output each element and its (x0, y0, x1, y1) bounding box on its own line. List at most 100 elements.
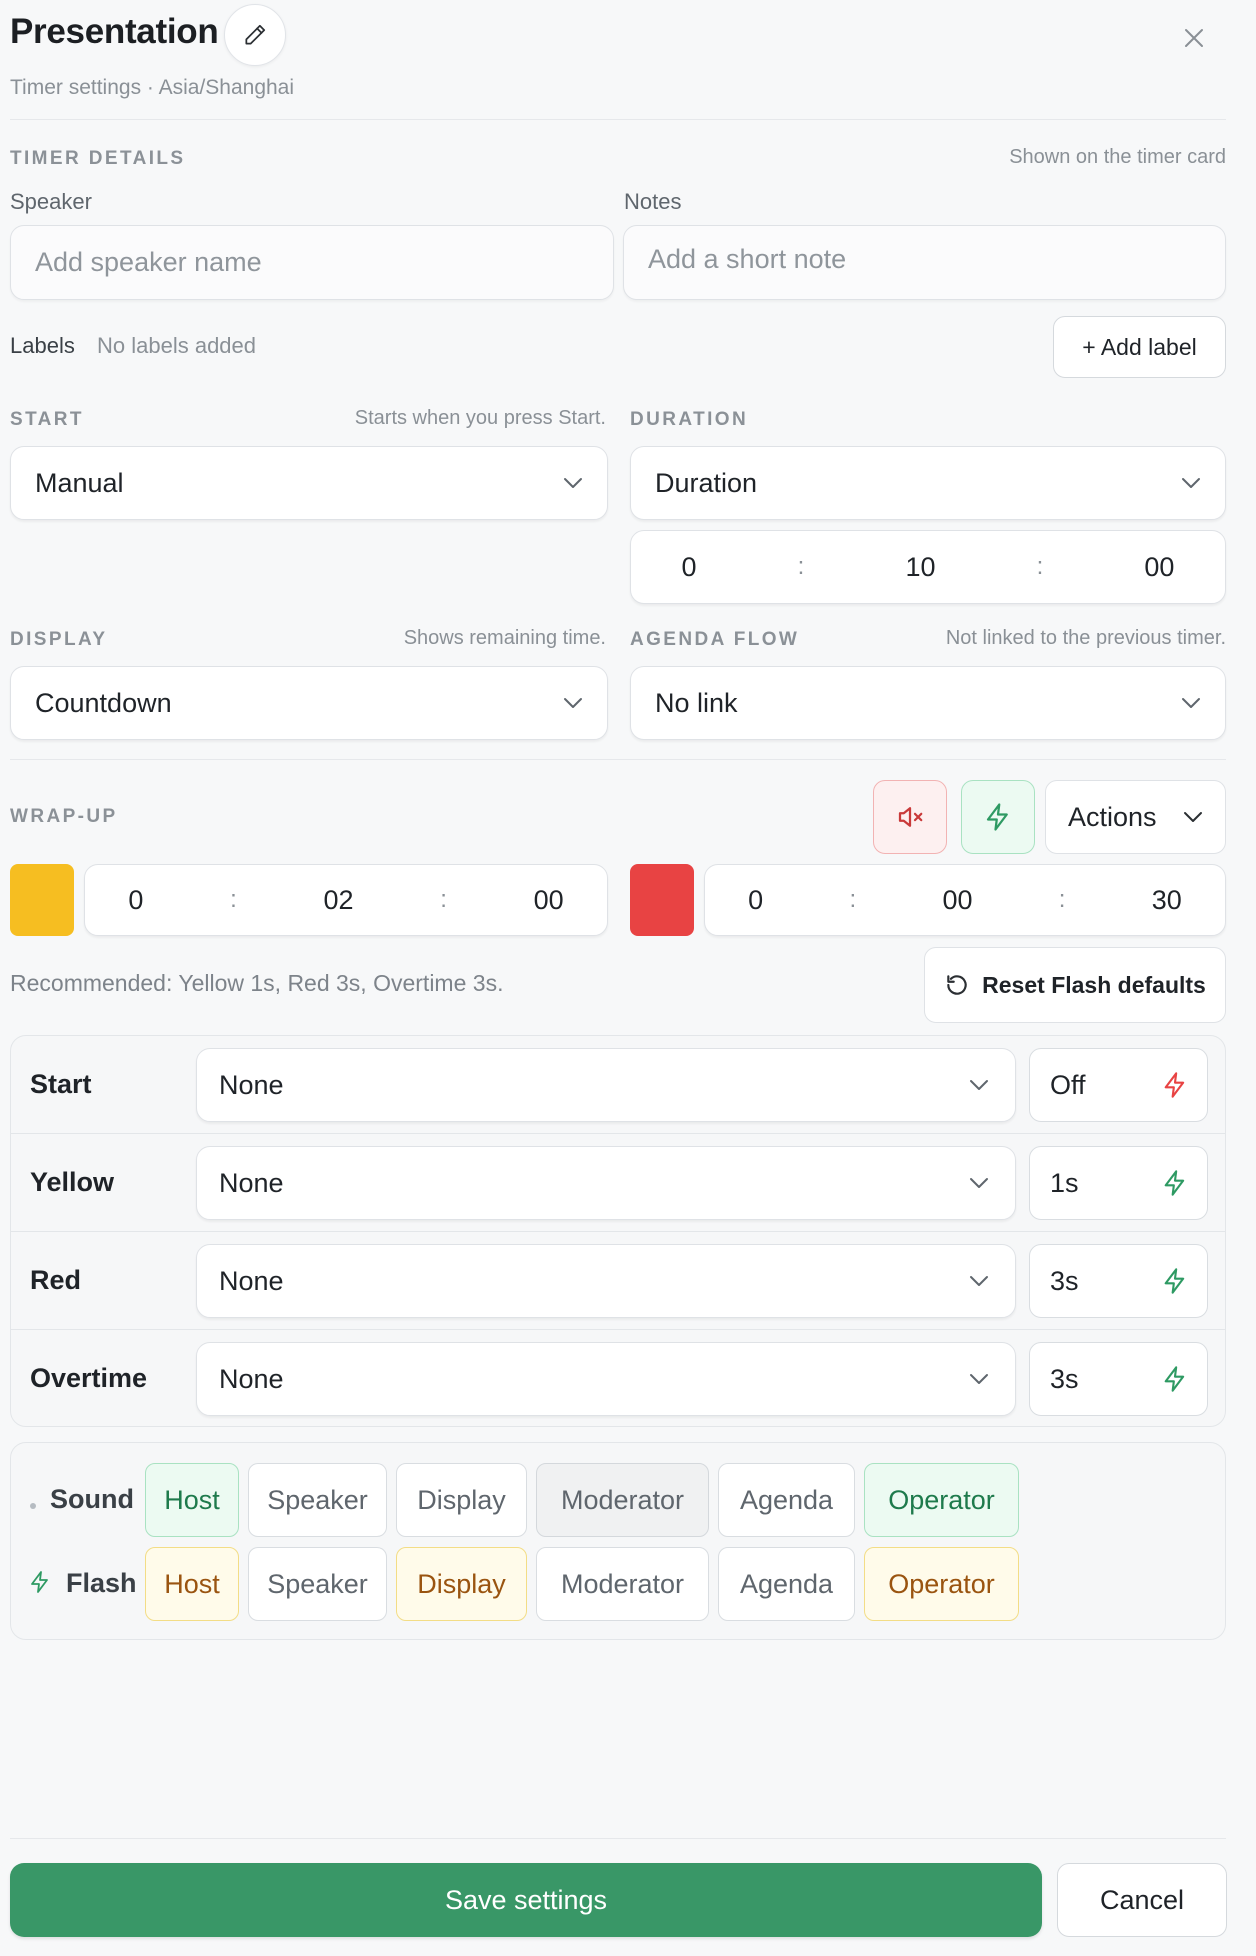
sound-target-moderator[interactable]: Moderator (536, 1463, 709, 1537)
trigger-sound-select[interactable]: None (196, 1146, 1016, 1220)
speaker-muted-icon (898, 807, 923, 827)
notes-label: Notes (624, 189, 682, 214)
flash-toggle-button[interactable] (961, 780, 1035, 854)
speaker-input[interactable]: Add speaker name (10, 225, 614, 300)
footer-divider (10, 1838, 1226, 1839)
chevron-down-icon (564, 478, 582, 488)
lightning-icon (1164, 1366, 1185, 1392)
trigger-flash-value: 3s (1050, 1363, 1079, 1394)
trigger-flash-button[interactable]: 3s (1029, 1342, 1208, 1416)
red-hours[interactable]: 0 (748, 885, 763, 916)
trigger-sound-value: None (219, 1167, 284, 1198)
chevron-down-icon (564, 698, 582, 708)
lightning-icon (1164, 1268, 1185, 1294)
trigger-row-label: Start (30, 1069, 92, 1099)
flash-target-moderator[interactable]: Moderator (536, 1547, 709, 1621)
chevron-down-icon (970, 1080, 988, 1090)
lightning-icon (1164, 1170, 1185, 1196)
chevron-down-icon (1182, 698, 1200, 708)
trigger-sound-value: None (219, 1265, 284, 1296)
reset-icon (947, 975, 967, 995)
display-select-value: Countdown (35, 687, 172, 718)
timer-details-label: TIMER DETAILS (10, 148, 186, 169)
start-select[interactable]: Manual (10, 446, 608, 520)
timer-details-hint: Shown on the timer card (1009, 146, 1226, 168)
flash-target-display[interactable]: Display (396, 1547, 527, 1621)
sound-target-operator[interactable]: Operator (864, 1463, 1019, 1537)
trigger-flash-value: Off (1050, 1069, 1086, 1100)
flash-target-agenda[interactable]: Agenda (718, 1547, 855, 1621)
yellow-minutes[interactable]: 02 (323, 885, 353, 916)
display-hint: Shows remaining time. (403, 627, 606, 649)
red-minutes[interactable]: 00 (942, 885, 972, 916)
flash-lightning-icon (28, 1569, 52, 1595)
yellow-time-input[interactable]: 0 : 02 : 00 (84, 864, 608, 936)
trigger-flash-button[interactable]: 3s (1029, 1244, 1208, 1318)
duration-time-input[interactable]: 0 : 10 : 00 (630, 530, 1226, 604)
trigger-flash-button[interactable]: 1s (1029, 1146, 1208, 1220)
trigger-sound-select[interactable]: None (196, 1342, 1016, 1416)
lightning-icon (1164, 1072, 1185, 1098)
section-divider (10, 759, 1226, 760)
duration-section-label: DURATION (630, 409, 749, 430)
duration-select[interactable]: Duration (630, 446, 1226, 520)
notes-input[interactable]: Add a short note (623, 225, 1226, 300)
yellow-hours[interactable]: 0 (128, 885, 143, 916)
wrap-up-recommendation: Recommended: Yellow 1s, Red 3s, Overtime… (10, 970, 504, 996)
flash-target-speaker[interactable]: Speaker (248, 1547, 387, 1621)
duration-select-value: Duration (655, 467, 758, 498)
mute-button[interactable] (873, 780, 947, 854)
trigger-sound-select[interactable]: None (196, 1244, 1016, 1318)
agenda-flow-hint: Not linked to the previous timer. (945, 627, 1226, 649)
agenda-flow-section-label: AGENDA FLOW (630, 629, 800, 650)
trigger-row-label: Red (30, 1265, 82, 1295)
chevron-down-icon (970, 1178, 988, 1188)
chevron-down-icon (970, 1374, 988, 1384)
row-divider (11, 1133, 1225, 1134)
duration-minutes[interactable]: 10 (905, 552, 935, 583)
red-seconds[interactable]: 30 (1152, 885, 1182, 916)
time-separator: : (440, 886, 447, 913)
sound-target-agenda[interactable]: Agenda (718, 1463, 855, 1537)
chevron-down-icon (1184, 812, 1202, 822)
start-section-label: START (10, 409, 84, 430)
time-separator: : (797, 553, 805, 580)
yellow-color-swatch[interactable] (10, 864, 74, 936)
flash-target-host[interactable]: Host (145, 1547, 239, 1621)
labels-label: Labels (10, 333, 75, 358)
labels-value: No labels added (97, 333, 257, 358)
time-separator: : (849, 886, 857, 913)
sound-target-display[interactable]: Display (396, 1463, 527, 1537)
duration-seconds[interactable]: 00 (1144, 552, 1174, 583)
sound-target-speaker[interactable]: Speaker (248, 1463, 387, 1537)
actions-menu-button[interactable]: Actions (1045, 780, 1226, 854)
trigger-sound-select[interactable]: None (196, 1048, 1016, 1122)
save-settings-button[interactable]: Save settings (10, 1863, 1042, 1937)
speaker-label: Speaker (10, 189, 92, 214)
sound-targets-label: Sound (50, 1484, 134, 1514)
trigger-sound-value: None (219, 1363, 284, 1394)
red-time-input[interactable]: 0 : 00 : 30 (704, 864, 1226, 936)
close-icon (1185, 29, 1203, 47)
red-color-swatch[interactable] (630, 864, 694, 936)
edit-title-button[interactable] (224, 4, 286, 66)
reset-flash-defaults-button[interactable]: Reset Flash defaults (924, 947, 1226, 1023)
trigger-flash-button[interactable]: Off (1029, 1048, 1208, 1122)
display-select[interactable]: Countdown (10, 666, 608, 740)
add-label-button[interactable]: + Add label (1053, 316, 1226, 378)
yellow-seconds[interactable]: 00 (534, 885, 564, 916)
cancel-button[interactable]: Cancel (1057, 1863, 1227, 1937)
close-button[interactable] (1170, 14, 1218, 62)
sound-target-host[interactable]: Host (145, 1463, 239, 1537)
agenda-flow-select-value: No link (655, 687, 738, 718)
trigger-row-label: Overtime (30, 1363, 148, 1393)
lightning-icon (986, 803, 1008, 831)
actions-label: Actions (1068, 801, 1157, 832)
trigger-flash-value: 1s (1050, 1167, 1079, 1198)
time-separator: : (230, 886, 237, 913)
duration-hours[interactable]: 0 (682, 552, 697, 583)
start-hint: Starts when you press Start. (354, 407, 606, 429)
flash-target-operator[interactable]: Operator (864, 1547, 1019, 1621)
display-section-label: DISPLAY (10, 629, 108, 650)
agenda-flow-select[interactable]: No link (630, 666, 1226, 740)
